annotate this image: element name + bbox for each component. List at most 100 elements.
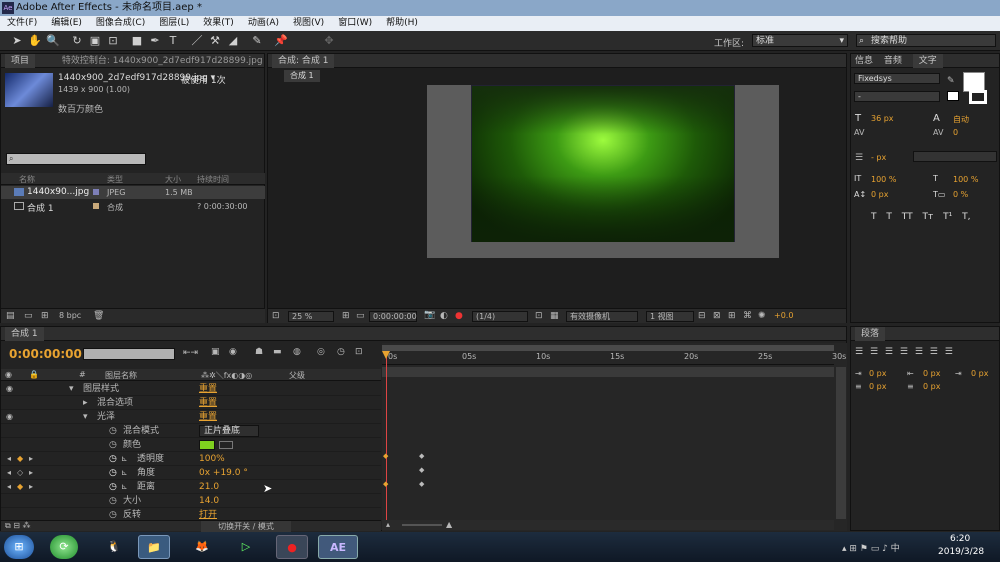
media-player-icon[interactable]: ▷ <box>232 535 260 559</box>
camera-select[interactable]: 有效摄像机 <box>566 311 638 322</box>
faux-bold-button[interactable]: T <box>871 212 877 222</box>
stroke-width-value[interactable]: - px <box>871 153 886 162</box>
tab-effects-controls[interactable]: 特效控制台: 1440x900_2d7edf917d28899.jpg <box>62 56 263 66</box>
zoom-in-icon[interactable]: ▲ <box>446 520 452 529</box>
start-button-icon[interactable]: ⊞ <box>4 535 34 559</box>
col-layer-name[interactable]: 图层名称 <box>105 370 137 381</box>
tab-audio[interactable]: 音频 <box>884 56 902 66</box>
superscript-button[interactable]: T¹ <box>943 212 952 222</box>
font-family-select[interactable]: Fixedsys <box>854 73 940 84</box>
exposure-reset-icon[interactable]: ✺ <box>758 311 766 321</box>
keyframe-diamond[interactable]: ◆ <box>419 480 424 488</box>
layer-bar[interactable] <box>382 367 834 377</box>
trash-icon[interactable]: 🗑 <box>93 311 104 321</box>
menu-item[interactable]: 帮助(H) <box>386 18 418 28</box>
current-time-indicator[interactable] <box>386 351 387 521</box>
brush-tool-icon[interactable]: ／ <box>190 34 204 48</box>
keyframe-diamond[interactable]: ◆ <box>383 480 388 488</box>
timeline-current-time[interactable]: 0:00:00:00 <box>9 347 82 361</box>
tsume-value[interactable]: 0 % <box>953 190 968 199</box>
table-row[interactable]: ▸ 混合选项 重置 <box>1 396 381 410</box>
blend-mode-select[interactable]: 正片叠底 <box>199 425 259 437</box>
rotate-tool-icon[interactable]: ↻ <box>70 34 84 48</box>
zoom-select[interactable]: 25 % <box>288 311 334 322</box>
brainstorm-icon[interactable]: ◎ <box>317 347 325 357</box>
white-swatch[interactable] <box>947 91 959 101</box>
property-value[interactable]: 0x +19.0 ° <box>199 466 248 480</box>
baseline-shift-value[interactable]: 0 px <box>871 190 888 199</box>
collapse-arrow-icon[interactable]: ▸ <box>83 396 88 410</box>
font-style-select[interactable]: - <box>854 91 940 102</box>
roto-brush-tool-icon[interactable]: ✎ <box>250 34 264 48</box>
menu-item[interactable]: 图像合成(C) <box>96 18 145 28</box>
eraser-tool-icon[interactable]: ◢ <box>226 34 240 48</box>
qq-icon[interactable]: 🐧 <box>100 535 128 559</box>
timeline-icon[interactable]: ⊞ <box>728 311 736 321</box>
align-right-icon[interactable]: ☰ <box>885 347 893 357</box>
clock-date[interactable]: 2019/3/28 <box>938 547 984 557</box>
view-layout-select[interactable]: 1 视图 <box>646 311 694 322</box>
eye-icon[interactable]: ◉ <box>6 382 13 396</box>
leading-value[interactable]: 自动 <box>953 114 969 125</box>
current-time-field[interactable]: 0:00:00:00 <box>369 311 417 322</box>
table-row[interactable]: ◷ 大小 14.0 <box>1 494 381 508</box>
bit-depth-button[interactable]: 8 bpc <box>59 311 81 320</box>
tab-info[interactable]: 信息 <box>855 56 873 66</box>
label-color[interactable] <box>93 189 99 195</box>
record-icon[interactable]: ● <box>276 535 308 559</box>
file-explorer-icon[interactable]: 📁 <box>138 535 170 559</box>
tab-text[interactable]: 文字 <box>912 54 943 68</box>
table-row[interactable]: ◂ ◆ ▸ ◷ ⊾ 距离 21.0 ➤ <box>1 480 381 495</box>
prev-keyframe-icon[interactable]: ◂ <box>7 452 11 466</box>
table-row[interactable]: ◂ ◇ ▸ ◷ ⊾ 角度 0x +19.0 ° <box>1 466 381 480</box>
tab-composition[interactable]: 合成: 合成 1 <box>272 54 335 68</box>
project-search-input[interactable]: ⌕ <box>6 153 146 165</box>
keyframe-toggle-icon[interactable]: ◆ <box>17 480 23 494</box>
stopwatch-icon[interactable]: ◷ <box>109 438 117 452</box>
stopwatch-icon[interactable]: ◷ <box>109 424 117 438</box>
font-size-value[interactable]: 36 px <box>871 114 894 123</box>
grid-guides-icon[interactable]: ⊞ <box>342 311 350 321</box>
color-eyedropper-icon[interactable] <box>219 441 233 449</box>
justify-left-icon[interactable]: ☰ <box>900 347 908 357</box>
exposure-value[interactable]: +0.0 <box>774 311 793 320</box>
stroke-mode-select[interactable] <box>913 151 997 162</box>
subscript-button[interactable]: T, <box>962 212 970 222</box>
col-duration[interactable]: 持续时间 <box>197 174 229 185</box>
keyframe-diamond[interactable]: ◆ <box>419 466 424 474</box>
paragraph-align-buttons[interactable]: ☰ ☰ ☰ ☰ ☰ ☰ ☰ <box>855 347 995 357</box>
property-value[interactable]: 重置 <box>199 382 217 396</box>
justify-center-icon[interactable]: ☰ <box>915 347 923 357</box>
always-preview-icon[interactable]: ⊡ <box>272 311 280 321</box>
zoom-track[interactable] <box>402 524 442 526</box>
hide-shy-icon[interactable]: ☗ <box>255 347 263 357</box>
first-line-indent-value[interactable]: 0 px <box>971 369 988 378</box>
toggle-pixel-aspect-icon[interactable]: ⊟ <box>698 311 706 321</box>
motion-blur-icon[interactable]: ◍ <box>293 347 301 357</box>
channel-icon[interactable]: ● <box>455 311 463 321</box>
expand-arrow-icon[interactable]: ▾ <box>83 410 88 424</box>
pan-behind-tool-icon[interactable]: ⊡ <box>106 34 120 48</box>
vertical-scale-value[interactable]: 100 % <box>871 175 896 184</box>
graph-icon[interactable]: ⊾ <box>121 466 128 480</box>
property-value[interactable]: 14.0 <box>199 494 219 508</box>
stopwatch-icon[interactable]: ◷ <box>337 347 345 357</box>
mask-visibility-icon[interactable]: ▭ <box>356 311 365 321</box>
new-composition-icon[interactable]: ⊞ <box>41 311 49 321</box>
col-size[interactable]: 大小 <box>165 174 181 185</box>
zoom-tool-icon[interactable]: 🔍 <box>46 34 60 48</box>
zoom-out-icon[interactable]: ▴ <box>386 520 390 529</box>
pen-tool-icon[interactable]: ✒ <box>148 34 162 48</box>
menu-item[interactable]: 动画(A) <box>248 18 279 28</box>
col-type[interactable]: 类型 <box>107 174 123 185</box>
table-row[interactable]: ◉ ▾ 图层样式 重置 <box>1 382 381 396</box>
stopwatch-icon[interactable]: ◷ <box>109 494 117 508</box>
new-folder-icon[interactable]: ▭ <box>24 311 33 321</box>
property-value[interactable]: 重置 <box>199 396 217 410</box>
zoom-slider[interactable]: ▴ ▲ <box>382 520 834 530</box>
indent-left-value[interactable]: 0 px <box>869 369 886 378</box>
property-value[interactable]: 100% <box>199 452 225 466</box>
table-row[interactable]: ◷ 颜色 <box>1 438 381 452</box>
stopwatch-active-icon[interactable]: ◷ <box>109 466 117 480</box>
justify-right-icon[interactable]: ☰ <box>930 347 938 357</box>
